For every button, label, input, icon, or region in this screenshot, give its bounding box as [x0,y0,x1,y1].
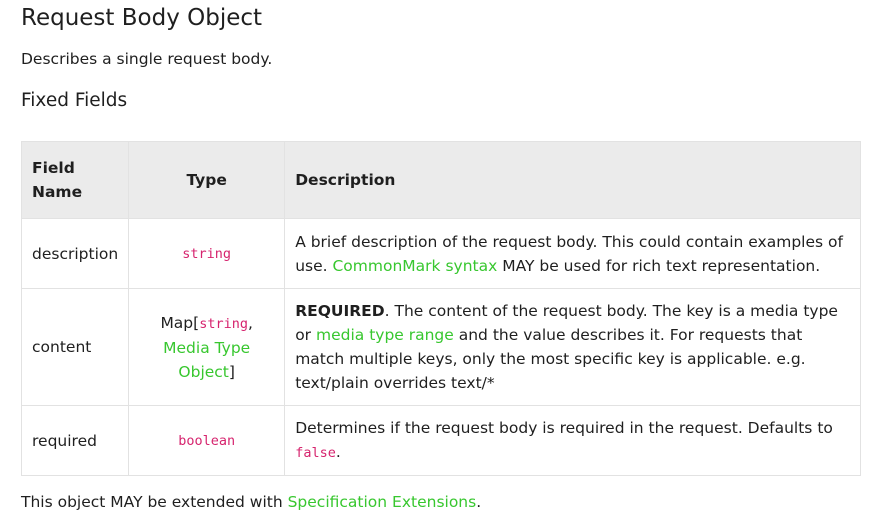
description-text: Determines if the request body is requir… [295,419,833,437]
type-text: ] [228,362,235,381]
table-row: required boolean Determines if the reque… [20,405,861,476]
table-row: content Map[string, Media Type Object] R… [20,288,861,406]
fields-table: Field Name Type Description description … [20,141,861,476]
intro-text: Describes a single request body. [21,50,273,68]
type-cell: boolean [128,405,286,476]
commonmark-link[interactable]: CommonMark syntax [332,257,497,275]
type-code: string [199,315,248,332]
media-type-range-link[interactable]: media type range [316,326,454,344]
type-text: , [247,313,253,332]
type-cell: string [128,218,286,289]
required-label: REQUIRED [295,302,385,320]
type-text: Map[ [160,313,200,332]
extensions-note: This object MAY be extended with Specifi… [21,490,481,514]
table-row: description string A brief description o… [20,218,861,289]
field-name-cell: description [20,218,130,289]
specification-extensions-link[interactable]: Specification Extensions [288,493,477,511]
type-code: boolean [178,433,236,449]
header-type: Type [128,141,286,219]
footer-text: . [476,493,482,511]
section-title: Request Body Object [21,5,263,31]
type-cell: Map[string, Media Type Object] [128,288,286,406]
description-text: MAY be used for rich text representation… [497,256,821,275]
document-section: Request Body Object Describes a single r… [0,0,878,113]
field-name-cell: content [20,288,130,406]
description-cell: REQUIRED. The content of the request bod… [284,288,861,406]
type-code: string [182,246,232,262]
fixed-fields-heading: Fixed Fields [21,90,128,111]
header-field-name: Field Name [20,141,130,219]
description-cell: Determines if the request body is requir… [284,405,861,476]
description-cell: A brief description of the request body.… [284,218,861,289]
default-value-code: false [295,445,336,461]
footer-text: This object MAY be extended with [21,493,288,511]
field-name-cell: required [20,405,130,476]
media-type-object-link[interactable]: Media Type Object [163,339,250,381]
description-text: . [335,443,341,461]
header-description: Description [284,141,861,219]
table-header-row: Field Name Type Description [20,141,861,219]
